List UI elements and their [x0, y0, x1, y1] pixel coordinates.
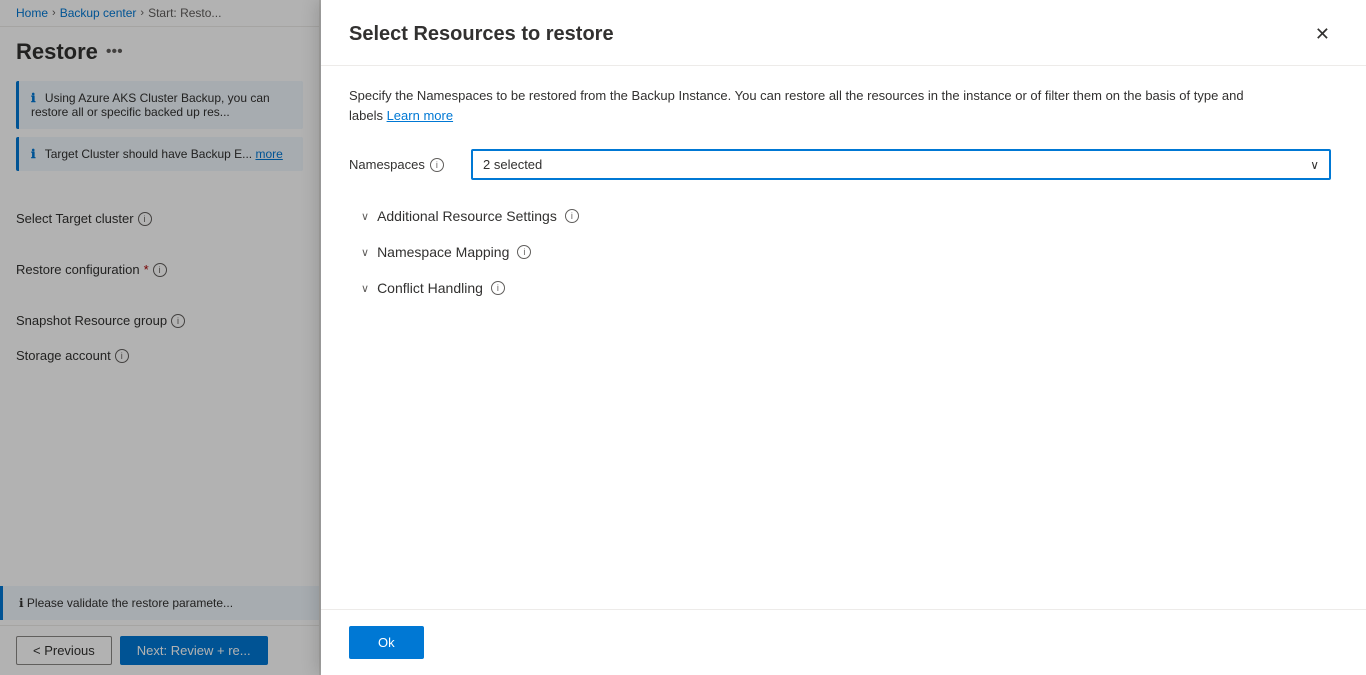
dialog-header: Select Resources to restore ✕ [321, 0, 1366, 66]
conflict-handling-chevron: ∨ [361, 282, 369, 295]
dialog-description: Specify the Namespaces to be restored fr… [349, 86, 1249, 125]
namespaces-value: 2 selected [483, 157, 542, 172]
namespaces-label: Namespaces i [349, 157, 459, 172]
namespaces-field-row: Namespaces i 2 selected ∨ [349, 149, 1338, 180]
conflict-handling-header[interactable]: ∨ Conflict Handling i [357, 272, 1338, 304]
additional-resource-settings-title: Additional Resource Settings [377, 208, 557, 224]
namespace-mapping-section: ∨ Namespace Mapping i [349, 236, 1338, 268]
namespaces-info-icon[interactable]: i [430, 158, 444, 172]
dropdown-arrow-icon: ∨ [1310, 158, 1319, 172]
conflict-handling-title: Conflict Handling [377, 280, 483, 296]
conflict-handling-info-icon[interactable]: i [491, 281, 505, 295]
dialog-body: Specify the Namespaces to be restored fr… [321, 66, 1366, 609]
additional-resource-settings-header[interactable]: ∨ Additional Resource Settings i [357, 200, 1338, 232]
namespace-mapping-title: Namespace Mapping [377, 244, 509, 260]
additional-resource-settings-info-icon[interactable]: i [565, 209, 579, 223]
namespace-mapping-info-icon[interactable]: i [517, 245, 531, 259]
close-button[interactable]: ✕ [1307, 20, 1338, 49]
select-resources-dialog: Select Resources to restore ✕ Specify th… [321, 0, 1366, 675]
namespaces-dropdown[interactable]: 2 selected ∨ [471, 149, 1331, 180]
dialog-title: Select Resources to restore [349, 23, 614, 46]
additional-resource-settings-chevron: ∨ [361, 210, 369, 223]
ok-button[interactable]: Ok [349, 626, 424, 659]
namespace-mapping-header[interactable]: ∨ Namespace Mapping i [357, 236, 1338, 268]
conflict-handling-section: ∨ Conflict Handling i [349, 272, 1338, 304]
dialog-footer: Ok [321, 609, 1366, 675]
learn-more-link[interactable]: Learn more [387, 108, 453, 123]
namespace-mapping-chevron: ∨ [361, 246, 369, 259]
additional-resource-settings-section: ∨ Additional Resource Settings i [349, 200, 1338, 232]
